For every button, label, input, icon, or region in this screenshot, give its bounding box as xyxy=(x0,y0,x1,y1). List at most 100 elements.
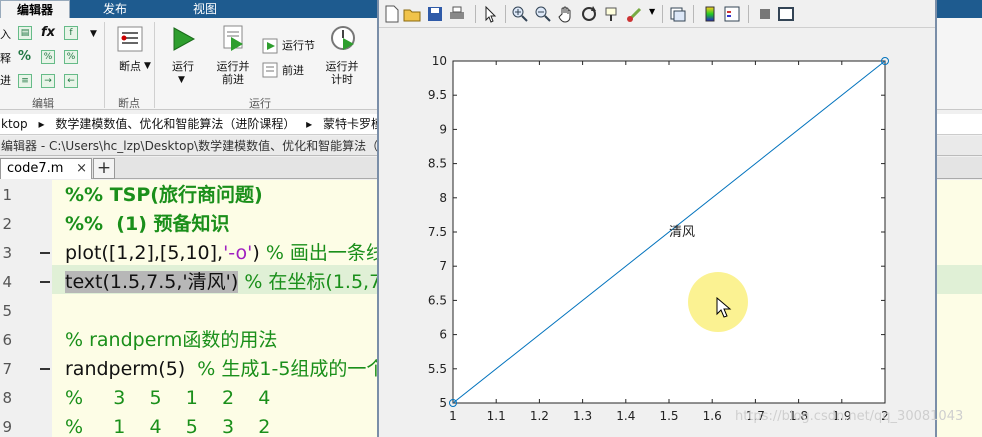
zoom-out-icon[interactable] xyxy=(534,5,552,23)
chevron-down-icon[interactable]: ▼ xyxy=(178,74,185,87)
tab-publish[interactable]: 发布 xyxy=(80,0,150,18)
y-tick-label: 8.5 xyxy=(428,157,447,171)
link-icon[interactable] xyxy=(669,5,687,23)
advance-button[interactable]: 前进 xyxy=(282,64,304,77)
y-tick-label: 7.5 xyxy=(428,225,447,239)
breakpoint-marker[interactable] xyxy=(40,252,50,254)
tab-editor[interactable]: 编辑器 xyxy=(0,0,70,18)
print-icon[interactable] xyxy=(448,5,466,23)
brush-icon[interactable] xyxy=(626,5,644,23)
code-token: % 3 5 1 2 4 xyxy=(65,387,271,409)
breakpoint-marker[interactable] xyxy=(40,368,50,370)
run-section-icon[interactable] xyxy=(262,38,278,54)
decrease-indent-icon[interactable]: ← xyxy=(64,74,78,88)
run-icon[interactable] xyxy=(170,26,196,52)
run-and-advance-icon[interactable] xyxy=(221,24,247,52)
code-text[interactable]: plot([1,2],[5,10],'-o') % 画出一条线 xyxy=(65,239,385,268)
run-button[interactable]: 运行 xyxy=(166,60,200,73)
file-tab-code7[interactable]: code7.m × xyxy=(0,158,92,179)
pointer-icon[interactable] xyxy=(481,5,499,23)
uncomment-icon[interactable]: % xyxy=(41,50,55,64)
line-number: 5 xyxy=(2,302,12,320)
fx-button[interactable]: fx xyxy=(41,26,55,39)
mouse-cursor-icon xyxy=(716,297,732,318)
close-icon[interactable]: × xyxy=(76,159,87,179)
x-tick-label: 1 xyxy=(449,409,457,423)
breadcrumb-segment[interactable]: ktop xyxy=(1,117,28,131)
plot-axes[interactable]: 1 1.1 1.2 1.3 1.4 1.5 1.6 1.7 1.8 1.9 255.566.577.… xyxy=(379,29,935,437)
indent-label[interactable]: 进 xyxy=(0,74,11,87)
legend-icon[interactable] xyxy=(723,5,741,23)
chevron-down-icon[interactable]: ▼ xyxy=(144,60,151,73)
text-annotation: 清风 xyxy=(669,225,695,240)
chevron-down-icon[interactable]: ▼ xyxy=(649,7,667,25)
breakpoints-button[interactable]: 断点 xyxy=(112,60,148,73)
group-label-breakpoints: 断点 xyxy=(118,97,140,110)
chevron-right-icon: ▸ xyxy=(38,117,45,131)
chevron-down-icon[interactable]: ▼ xyxy=(90,28,97,41)
run-advance-label-2: 前进 xyxy=(222,73,244,86)
run-time-label-1: 运行并 xyxy=(325,60,359,73)
code-text[interactable]: text(1.5,7.5,'清风') % 在坐标(1.5,7.5 xyxy=(65,268,399,297)
hide-plot-tools-icon[interactable] xyxy=(756,5,774,23)
zoom-in-icon[interactable] xyxy=(511,5,529,23)
code-token: '-o' xyxy=(223,242,253,264)
smart-indent-icon[interactable]: ≡ xyxy=(18,74,32,88)
group-label-edit: 编辑 xyxy=(32,97,54,110)
rotate-icon[interactable] xyxy=(580,5,598,23)
toolbar-divider xyxy=(748,5,749,23)
open-icon[interactable] xyxy=(403,5,421,23)
desktop: 编辑器 发布 视图 入 释 进 ▤ fx f ▼ % % % ≡ → ← 编辑 xyxy=(0,0,982,437)
y-tick-label: 6.5 xyxy=(428,293,447,307)
y-tick-label: 6 xyxy=(439,328,447,342)
code-token: % 在坐标(1.5,7.5 xyxy=(238,271,400,293)
toolbar-divider xyxy=(693,5,694,23)
x-tick-label: 1.5 xyxy=(659,409,678,423)
insert-label[interactable]: 入 xyxy=(0,28,11,41)
file-tab-label: code7.m xyxy=(7,161,64,176)
code-token: text(1.5,7.5,'清风') xyxy=(65,271,239,293)
breakpoints-icon[interactable] xyxy=(117,26,143,52)
run-and-advance-button[interactable]: 运行并 前进 xyxy=(212,60,254,86)
line-number: 8 xyxy=(2,389,12,407)
percent-comment-button[interactable]: % xyxy=(18,50,31,63)
run-time-label-2: 计时 xyxy=(331,73,353,86)
code-text[interactable]: randperm(5) % 生成1-5组成的一个 xyxy=(65,355,385,384)
code-text[interactable]: %% (1) 预备知识 xyxy=(65,210,230,239)
figure-window: ▼ 1 1.1 1.2 1.3 1.4 1.5 1.6 1.7 1.8 1.9 2 5 5.5 6 6.5 7… xyxy=(377,0,963,437)
wrap-comment-icon[interactable]: % xyxy=(64,50,78,64)
breadcrumb-segment[interactable]: 数学建模数值、优化和智能算法（进阶课程） xyxy=(55,117,295,131)
show-plot-tools-icon[interactable] xyxy=(777,5,795,23)
new-tab-button[interactable]: + xyxy=(93,158,115,179)
y-tick-label: 9 xyxy=(439,122,447,136)
x-tick-label: 1.1 xyxy=(487,409,506,423)
increase-indent-icon[interactable]: → xyxy=(41,74,55,88)
y-tick-label: 10 xyxy=(432,54,447,68)
pan-icon[interactable] xyxy=(557,5,575,23)
code-token: %% (1) 预备知识 xyxy=(65,213,230,235)
save-icon[interactable] xyxy=(426,5,444,23)
code-text[interactable]: % randperm函数的用法 xyxy=(65,326,277,355)
figure-canvas[interactable]: 1 1.1 1.2 1.3 1.4 1.5 1.6 1.7 1.8 1.9 2 5 5.5 6 6.5 7 7.… xyxy=(379,29,963,437)
run-and-time-button[interactable]: 运行并 计时 xyxy=(320,60,364,86)
insert-function-icon[interactable]: f xyxy=(64,26,78,40)
line-number: 1 xyxy=(2,186,12,204)
toolbar-divider xyxy=(662,5,663,23)
advance-icon[interactable] xyxy=(262,62,278,78)
code-token: % 1 4 5 3 2 xyxy=(65,416,271,437)
new-figure-icon[interactable] xyxy=(383,5,401,23)
x-tick-label: 1.6 xyxy=(703,409,722,423)
tab-view[interactable]: 视图 xyxy=(163,0,247,18)
code-text[interactable]: %% TSP(旅行商问题) xyxy=(65,181,263,210)
data-cursor-icon[interactable] xyxy=(603,5,621,23)
breakpoint-marker[interactable] xyxy=(40,281,50,283)
run-section-button[interactable]: 运行节 xyxy=(282,39,315,52)
insert-section-icon[interactable]: ▤ xyxy=(18,26,32,40)
code-text[interactable]: % 3 5 1 2 4 xyxy=(65,384,270,413)
code-token: % 画出一条线 xyxy=(265,242,385,264)
run-and-time-icon[interactable] xyxy=(330,24,356,52)
colorbar-icon[interactable] xyxy=(701,5,719,23)
comment-label[interactable]: 释 xyxy=(0,52,11,65)
group-label-run: 运行 xyxy=(249,97,271,110)
code-text[interactable]: % 1 4 5 3 2 xyxy=(65,413,270,437)
